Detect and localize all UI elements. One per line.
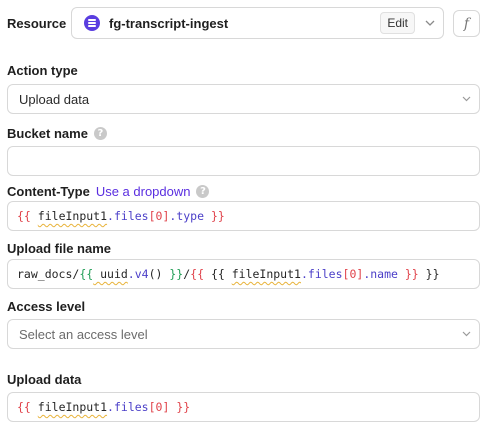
- template-open: {{: [17, 400, 31, 414]
- resource-label: Resource: [7, 16, 67, 31]
- upload-file-name-input[interactable]: raw_docs/{{ uuid.v4() }}/{{ {{ fileInput…: [7, 259, 480, 289]
- upload-data-code: {{ fileInput1.files[0] }}: [8, 400, 190, 414]
- chevron-down-icon: [453, 331, 479, 337]
- code-property: .files: [300, 267, 343, 281]
- code-identifier: uuid: [93, 267, 128, 281]
- upload-data-label-text: Upload data: [7, 372, 82, 387]
- code-property: .files: [107, 400, 149, 414]
- template-close: }}: [210, 209, 225, 223]
- code-identifier: fileInput1: [37, 400, 108, 414]
- bucket-name-input[interactable]: [7, 146, 480, 176]
- action-type-value: Upload data: [19, 91, 90, 107]
- access-level-select[interactable]: Select an access level: [7, 319, 480, 349]
- template-open: {{: [190, 267, 205, 281]
- code-function: .v4: [127, 267, 149, 281]
- code-identifier: fileInput1: [37, 209, 108, 223]
- upload-file-name-code: raw_docs/{{ uuid.v4() }}/{{ {{ fileInput…: [8, 267, 440, 281]
- edit-resource-button[interactable]: Edit: [380, 12, 415, 34]
- template-close: }}: [169, 267, 184, 281]
- access-level-label-text: Access level: [7, 299, 86, 314]
- upload-data-input[interactable]: {{ fileInput1.files[0] }}: [7, 392, 480, 422]
- bucket-name-label: Bucket name ?: [7, 126, 107, 141]
- template-open: {{: [79, 267, 94, 281]
- access-level-placeholder: Select an access level: [19, 326, 148, 342]
- upload-data-label: Upload data: [7, 372, 81, 387]
- resource-name: fg-transcript-ingest: [109, 15, 229, 31]
- use-dropdown-link[interactable]: Use a dropdown: [96, 184, 191, 199]
- chevron-down-icon: [453, 96, 479, 102]
- code-text: raw_docs/: [17, 267, 80, 281]
- code-text: {{: [204, 267, 232, 281]
- help-icon[interactable]: ?: [93, 127, 107, 140]
- code-bracket: ]: [162, 400, 170, 414]
- template-close: }}: [176, 400, 191, 414]
- code-bracket: [: [148, 209, 156, 223]
- resource-select[interactable]: fg-transcript-ingest Edit: [71, 7, 444, 39]
- action-type-label-text: Action type: [7, 63, 78, 78]
- content-type-code: {{ fileInput1.files[0].type }}: [8, 209, 225, 223]
- template-close: }}: [397, 267, 419, 281]
- code-call: (): [148, 267, 170, 281]
- code-property: .files: [107, 209, 149, 223]
- chevron-down-icon[interactable]: [419, 12, 441, 34]
- help-icon[interactable]: ?: [196, 185, 210, 198]
- fx-toggle-button[interactable]: f: [453, 10, 480, 37]
- database-icon: [84, 15, 100, 31]
- access-level-label: Access level: [7, 299, 85, 314]
- template-open: {{: [17, 209, 31, 223]
- code-property: .name: [363, 267, 398, 281]
- content-type-input[interactable]: {{ fileInput1.files[0].type }}: [7, 201, 480, 231]
- code-text: }}: [418, 267, 440, 281]
- code-bracket: [: [148, 400, 156, 414]
- upload-file-name-label: Upload file name: [7, 241, 111, 256]
- bucket-name-label-text: Bucket name: [7, 126, 88, 141]
- action-type-select[interactable]: Upload data: [7, 84, 480, 114]
- content-type-label-text: Content-Type: [7, 184, 90, 199]
- code-identifier: fileInput1: [231, 267, 301, 281]
- upload-file-name-label-text: Upload file name: [7, 241, 112, 256]
- code-property: .type: [169, 209, 205, 223]
- content-type-label: Content-Type Use a dropdown ?: [7, 184, 210, 199]
- action-type-label: Action type: [7, 63, 78, 78]
